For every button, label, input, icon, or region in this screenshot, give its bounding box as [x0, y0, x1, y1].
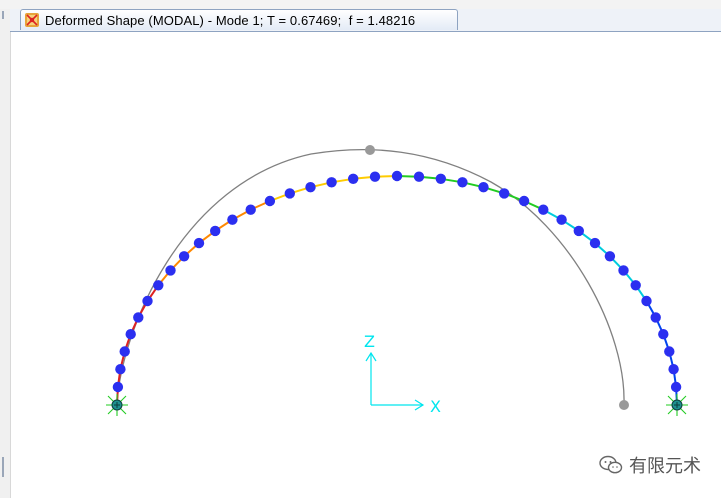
watermark: 有限元术 — [599, 452, 701, 478]
deformed-node — [391, 170, 403, 182]
deformed-node — [641, 295, 652, 307]
deformed-node — [133, 312, 144, 323]
wechat-icon — [599, 455, 623, 474]
deformed-node — [165, 265, 176, 276]
z-axis-label: Z — [364, 332, 375, 351]
deformed-node — [305, 182, 316, 193]
deformed-node — [413, 171, 425, 182]
deformed-node — [664, 346, 675, 357]
deformed-node — [142, 295, 153, 307]
undeformed-support-node — [619, 400, 629, 410]
fixed-support — [106, 394, 128, 416]
deformed-node — [112, 381, 124, 393]
deformed-node — [210, 225, 221, 237]
deformed-node — [618, 265, 629, 276]
axes-triad: Z X — [364, 332, 441, 416]
tab-deformed-shape[interactable]: Deformed Shape (MODAL) - Mode 1; T = 0.6… — [20, 9, 458, 30]
deformed-node — [670, 381, 682, 393]
deformed-node — [245, 204, 256, 215]
left-toolbar-strip — [0, 9, 11, 498]
deformed-node — [284, 188, 295, 199]
deformed-node — [264, 195, 276, 207]
deformed-node — [457, 177, 468, 188]
deformed-node — [227, 214, 238, 225]
document-tab-bar: Deformed Shape (MODAL) - Mode 1; T = 0.6… — [10, 9, 721, 32]
deformed-node — [668, 364, 679, 375]
structure-app-icon — [25, 13, 39, 27]
watermark-text: 有限元术 — [629, 456, 701, 476]
deformed-node — [499, 188, 510, 199]
deformed-node — [518, 195, 530, 207]
deformed-node — [658, 329, 669, 340]
deformed-node — [348, 173, 359, 184]
left-toolbar-marker — [2, 457, 4, 477]
deformed-shape-canvas[interactable]: Z X — [11, 32, 721, 498]
deformed-node — [115, 364, 126, 375]
x-axis-label: X — [430, 397, 441, 416]
deformed-node — [589, 237, 601, 249]
deformed-node — [178, 251, 190, 262]
deformed-node — [556, 214, 567, 225]
deformed-node — [604, 251, 616, 262]
deformed-node — [193, 237, 205, 249]
deformed-node — [478, 182, 489, 193]
deformed-node — [573, 225, 584, 237]
deformed-node — [326, 177, 337, 188]
node-markers — [112, 170, 682, 393]
deformed-node — [153, 280, 164, 291]
deformed-node — [125, 329, 136, 340]
deformed-node — [119, 346, 130, 357]
left-toolbar-marker — [2, 11, 4, 19]
fixed-support — [666, 394, 688, 416]
tab-title: Deformed Shape (MODAL) - Mode 1; T = 0.6… — [45, 12, 416, 28]
deformed-node — [538, 204, 549, 215]
model-viewport[interactable]: Z X — [11, 32, 721, 498]
deformed-node — [369, 171, 381, 182]
undeformed-apex-node — [365, 145, 375, 155]
deformed-node — [435, 173, 446, 184]
deformed-node — [630, 280, 641, 291]
undeformed-shape — [116, 145, 629, 410]
deformed-node — [650, 312, 661, 323]
